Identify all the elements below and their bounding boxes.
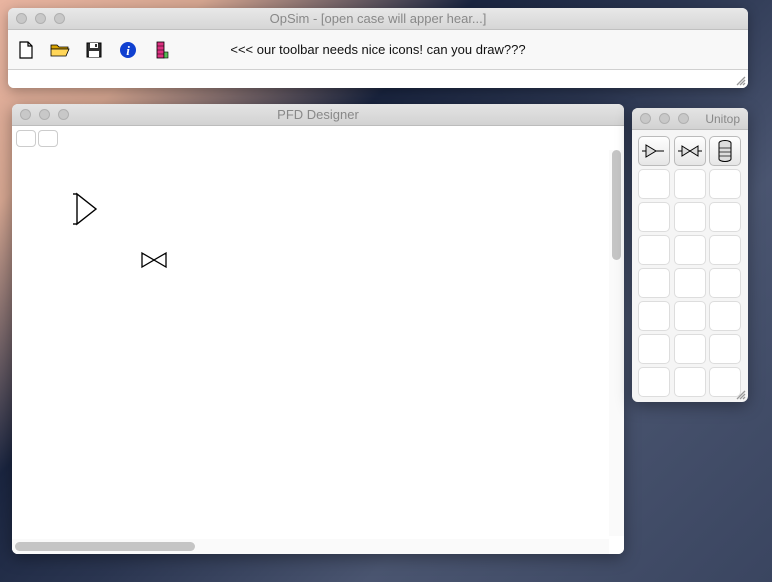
traffic-lights	[632, 113, 689, 124]
resize-grip-icon[interactable]	[734, 388, 746, 400]
palette-empty-cell[interactable]	[674, 334, 706, 364]
close-button[interactable]	[640, 113, 651, 124]
pfd-tab-2[interactable]	[38, 130, 58, 147]
pfd-canvas[interactable]	[12, 150, 624, 554]
palette-empty-cell[interactable]	[638, 169, 670, 199]
minimize-button[interactable]	[39, 109, 50, 120]
palette-empty-cell[interactable]	[638, 334, 670, 364]
opsim-main-window: OpSim - [open case will apper hear...] i…	[8, 8, 748, 88]
palette-empty-cell[interactable]	[638, 367, 670, 397]
palette-empty-cell[interactable]	[674, 235, 706, 265]
palette-empty-cell[interactable]	[638, 268, 670, 298]
save-file-icon[interactable]	[84, 40, 104, 60]
pfd-designer-window: PFD Designer	[12, 104, 624, 554]
zoom-button[interactable]	[58, 109, 69, 120]
palette-empty-cell[interactable]	[709, 202, 741, 232]
new-file-icon[interactable]	[16, 40, 36, 60]
horizontal-scrollbar-thumb[interactable]	[15, 542, 195, 551]
palette-empty-cell[interactable]	[674, 367, 706, 397]
palette-empty-cell[interactable]	[674, 268, 706, 298]
unitop-titlebar[interactable]: Unitop	[632, 108, 748, 130]
minimize-button[interactable]	[35, 13, 46, 24]
palette-empty-cell[interactable]	[674, 202, 706, 232]
main-titlebar[interactable]: OpSim - [open case will apper hear...]	[8, 8, 748, 30]
horizontal-scrollbar[interactable]	[12, 539, 609, 554]
zoom-button[interactable]	[54, 13, 65, 24]
pfd-tab-bar	[12, 126, 624, 150]
palette-empty-cell[interactable]	[674, 169, 706, 199]
palette-empty-cell[interactable]	[674, 301, 706, 331]
pfd-tab-1[interactable]	[16, 130, 36, 147]
close-button[interactable]	[20, 109, 31, 120]
pfd-window-title: PFD Designer	[12, 107, 624, 122]
palette-empty-cell[interactable]	[709, 235, 741, 265]
palette-empty-cell[interactable]	[709, 268, 741, 298]
traffic-lights	[8, 13, 65, 24]
minimize-button[interactable]	[659, 113, 670, 124]
open-file-icon[interactable]	[50, 40, 70, 60]
vertical-scrollbar-thumb[interactable]	[612, 150, 621, 260]
palette-empty-cell[interactable]	[638, 202, 670, 232]
close-button[interactable]	[16, 13, 27, 24]
valve-symbol[interactable]	[140, 251, 168, 272]
zoom-button[interactable]	[678, 113, 689, 124]
palette-empty-cell[interactable]	[638, 301, 670, 331]
main-window-title: OpSim - [open case will apper hear...]	[8, 11, 748, 26]
palette-empty-cell[interactable]	[638, 235, 670, 265]
palette-grid	[632, 130, 748, 402]
traffic-lights	[12, 109, 69, 120]
main-toolbar: i <<< our toolbar needs nice icons! can …	[8, 30, 748, 70]
palette-valve-icon[interactable]	[674, 136, 706, 166]
palette-empty-cell[interactable]	[709, 301, 741, 331]
unitop-window: Unitop	[632, 108, 748, 402]
main-body	[8, 70, 748, 88]
palette-column-icon[interactable]	[709, 136, 741, 166]
unitop-window-title: Unitop	[705, 112, 740, 126]
palette-empty-cell[interactable]	[709, 334, 741, 364]
palette-pump-icon[interactable]	[638, 136, 670, 166]
info-icon[interactable]: i	[118, 40, 138, 60]
resize-grip-icon[interactable]	[734, 74, 746, 86]
pfd-titlebar[interactable]: PFD Designer	[12, 104, 624, 126]
svg-text:i: i	[126, 43, 130, 58]
palette-empty-cell[interactable]	[709, 169, 741, 199]
pump-symbol[interactable]	[72, 192, 102, 229]
column-icon[interactable]	[152, 40, 172, 60]
vertical-scrollbar[interactable]	[609, 150, 624, 536]
